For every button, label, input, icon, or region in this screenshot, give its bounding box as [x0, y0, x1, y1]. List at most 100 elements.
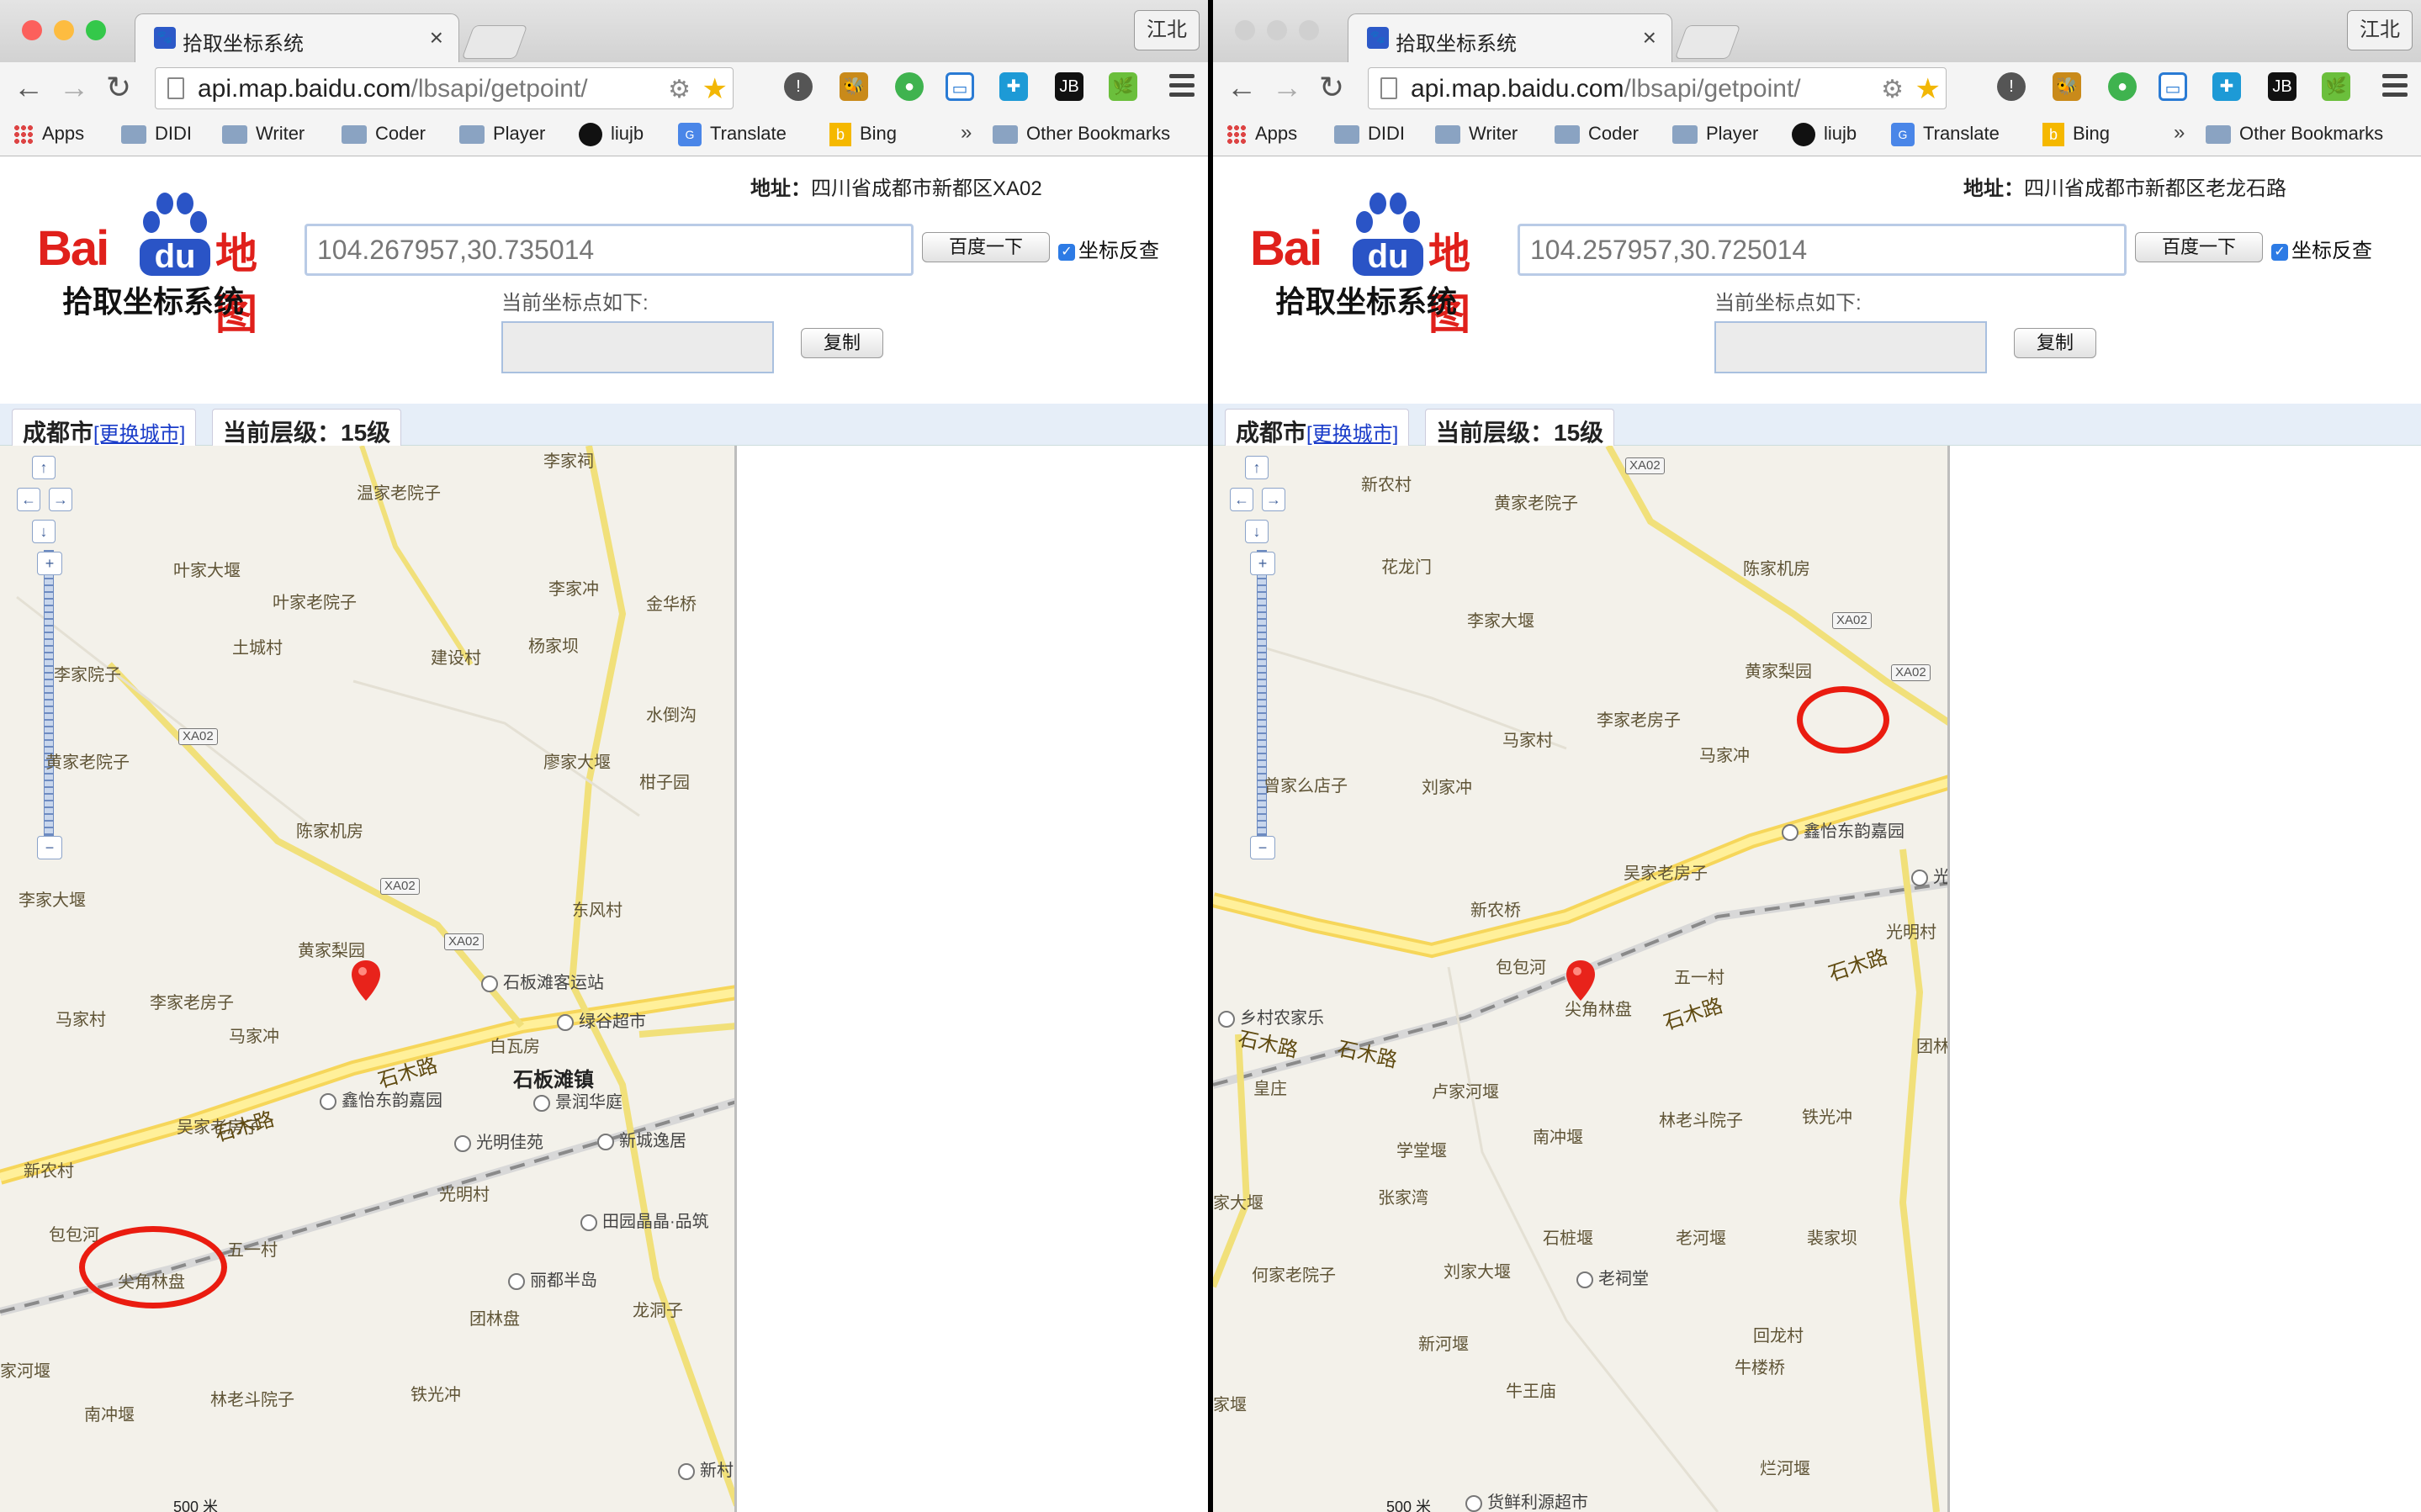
pan-down-icon[interactable]: ↓: [1245, 520, 1269, 543]
extension-puzzle-icon[interactable]: ✚: [2212, 72, 2241, 101]
poi-residence[interactable]: 新城逸居: [597, 1127, 686, 1151]
extension-gear-icon[interactable]: ⚙: [668, 75, 691, 104]
bookmark-translate[interactable]: G Translate: [1891, 121, 2000, 147]
poi-restaurant[interactable]: 乡村农家乐: [1218, 1004, 1324, 1028]
pan-left-icon[interactable]: ←: [17, 488, 40, 511]
extension-plant-icon[interactable]: 🌿: [1109, 72, 1137, 101]
close-window-icon[interactable]: [22, 20, 42, 40]
new-tab-button[interactable]: [461, 25, 528, 59]
location-pin-icon[interactable]: [1566, 960, 1595, 1001]
baidu-map-logo[interactable]: Bai du 地图 拾取坐标系统: [37, 188, 289, 338]
bookmark-coder[interactable]: Coder: [342, 121, 426, 146]
close-tab-icon[interactable]: ×: [1643, 24, 1656, 51]
zoom-window-icon[interactable]: [86, 20, 106, 40]
bookmark-liujb[interactable]: liujb: [1792, 121, 1857, 147]
bookmark-bing[interactable]: b Bing: [829, 121, 897, 147]
copy-button[interactable]: 复制: [2014, 328, 2096, 358]
extension-info-icon[interactable]: !: [1997, 72, 2026, 101]
extension-plant-icon[interactable]: 🌿: [2322, 72, 2350, 101]
tab-getpoint[interactable]: 🐾 拾取坐标系统 ×: [135, 13, 459, 62]
chrome-menu-icon[interactable]: [2382, 74, 2408, 99]
bookmark-player[interactable]: Player: [1672, 121, 1758, 146]
back-icon[interactable]: ←: [13, 71, 44, 104]
extension-info-icon[interactable]: !: [784, 72, 813, 101]
poi-residence[interactable]: 鑫怡东韵嘉园: [1782, 817, 1904, 842]
minimize-window-icon[interactable]: [1267, 20, 1287, 40]
bookmark-apps[interactable]: Apps: [1226, 121, 1297, 146]
bookmark-other[interactable]: Other Bookmarks: [993, 121, 1170, 146]
pan-down-icon[interactable]: ↓: [32, 520, 56, 543]
bookmark-star-icon[interactable]: ★: [1915, 72, 1941, 106]
address-bar[interactable]: api.map.baidu.com/lbsapi/getpoint/ ⚙ ★: [1368, 67, 1947, 109]
current-point-field[interactable]: [501, 321, 774, 373]
zoom-slider[interactable]: [44, 550, 54, 836]
poi-residence[interactable]: 丽都半岛: [508, 1266, 597, 1291]
pan-right-icon[interactable]: →: [49, 488, 72, 511]
coordinate-input[interactable]: [1518, 224, 2127, 276]
zoom-window-icon[interactable]: [1299, 20, 1319, 40]
forward-icon[interactable]: →: [59, 71, 89, 104]
pan-left-icon[interactable]: ←: [1230, 488, 1253, 511]
extension-puzzle-icon[interactable]: ✚: [999, 72, 1028, 101]
forward-icon[interactable]: →: [1272, 71, 1302, 104]
change-city-link[interactable]: [更换城市]: [1306, 423, 1398, 446]
search-button[interactable]: 百度一下: [922, 232, 1050, 262]
bookmark-apps[interactable]: Apps: [13, 121, 84, 146]
reverse-lookup-checkbox[interactable]: ✓ 坐标反查: [2271, 234, 2372, 263]
change-city-link[interactable]: [更换城市]: [93, 423, 185, 446]
bookmark-star-icon[interactable]: ★: [702, 72, 728, 106]
pan-up-icon[interactable]: ↑: [32, 456, 56, 479]
bookmark-didi[interactable]: DIDI: [1334, 121, 1405, 146]
close-window-icon[interactable]: [1235, 20, 1255, 40]
extension-screen-icon[interactable]: ▭: [946, 72, 974, 101]
minimize-window-icon[interactable]: [54, 20, 74, 40]
poi-residence[interactable]: 老祠堂: [1576, 1265, 1649, 1289]
new-tab-button[interactable]: [1674, 25, 1741, 59]
poi-bus-station[interactable]: 石板滩客运站: [481, 969, 604, 993]
chrome-menu-icon[interactable]: [1169, 74, 1195, 99]
zoom-out-icon[interactable]: −: [1250, 836, 1275, 859]
poi-residence[interactable]: 光明佳苑: [454, 1129, 543, 1153]
reload-icon[interactable]: ↻: [1319, 71, 1344, 104]
current-point-field[interactable]: [1714, 321, 1987, 373]
close-tab-icon[interactable]: ×: [430, 24, 443, 51]
bookmark-writer[interactable]: Writer: [1435, 121, 1518, 146]
bookmark-liujb[interactable]: liujb: [579, 121, 644, 147]
poi-residence[interactable]: 鑫怡东韵嘉园: [320, 1086, 442, 1111]
pan-up-icon[interactable]: ↑: [1245, 456, 1269, 479]
poi-residence[interactable]: 新村: [678, 1456, 734, 1481]
user-profile-button[interactable]: 江北: [2347, 10, 2413, 50]
location-pin-icon[interactable]: [352, 960, 380, 1001]
user-profile-button[interactable]: 江北: [1134, 10, 1200, 50]
extension-record-icon[interactable]: ●: [895, 72, 924, 101]
extension-screen-icon[interactable]: ▭: [2159, 72, 2187, 101]
bookmark-coder[interactable]: Coder: [1555, 121, 1639, 146]
bookmark-bing[interactable]: b Bing: [2042, 121, 2110, 147]
reload-icon[interactable]: ↻: [106, 71, 131, 104]
extension-bee-icon[interactable]: 🐝: [840, 72, 868, 101]
search-button[interactable]: 百度一下: [2135, 232, 2263, 262]
bookmark-player[interactable]: Player: [459, 121, 545, 146]
back-icon[interactable]: ←: [1226, 71, 1257, 104]
map-canvas[interactable]: ↑ ← → ↓ + − 李家祠 温家老院子 叶家大堰 叶家老院子 李家冲 金华桥…: [0, 446, 737, 1512]
extension-bee-icon[interactable]: 🐝: [2053, 72, 2081, 101]
poi-supermarket[interactable]: 货鲜利源超市: [1465, 1488, 1588, 1512]
reverse-lookup-checkbox[interactable]: ✓ 坐标反查: [1058, 234, 1159, 263]
copy-button[interactable]: 复制: [801, 328, 883, 358]
coordinate-input[interactable]: [305, 224, 914, 276]
poi-supermarket[interactable]: 绿谷超市: [557, 1007, 646, 1032]
extension-jb-icon[interactable]: JB: [2268, 72, 2297, 101]
extension-jb-icon[interactable]: JB: [1055, 72, 1083, 101]
address-bar[interactable]: api.map.baidu.com/lbsapi/getpoint/ ⚙ ★: [155, 67, 734, 109]
baidu-map-logo[interactable]: Bai du 地图 拾取坐标系统: [1250, 188, 1502, 338]
bookmark-other[interactable]: Other Bookmarks: [2206, 121, 2383, 146]
extension-gear-icon[interactable]: ⚙: [1881, 75, 1904, 104]
bookmark-didi[interactable]: DIDI: [121, 121, 192, 146]
pan-right-icon[interactable]: →: [1262, 488, 1285, 511]
zoom-in-icon[interactable]: +: [37, 552, 62, 575]
map-canvas[interactable]: ↑ ← → ↓ + − 新农村 黄家老院子 花龙门 陈家机房 李家大堰 黄家梨园…: [1213, 446, 1950, 1512]
bookmark-writer[interactable]: Writer: [222, 121, 305, 146]
bookmark-translate[interactable]: G Translate: [678, 121, 787, 147]
poi-residence[interactable]: 光: [1911, 863, 1947, 887]
zoom-in-icon[interactable]: +: [1250, 552, 1275, 575]
